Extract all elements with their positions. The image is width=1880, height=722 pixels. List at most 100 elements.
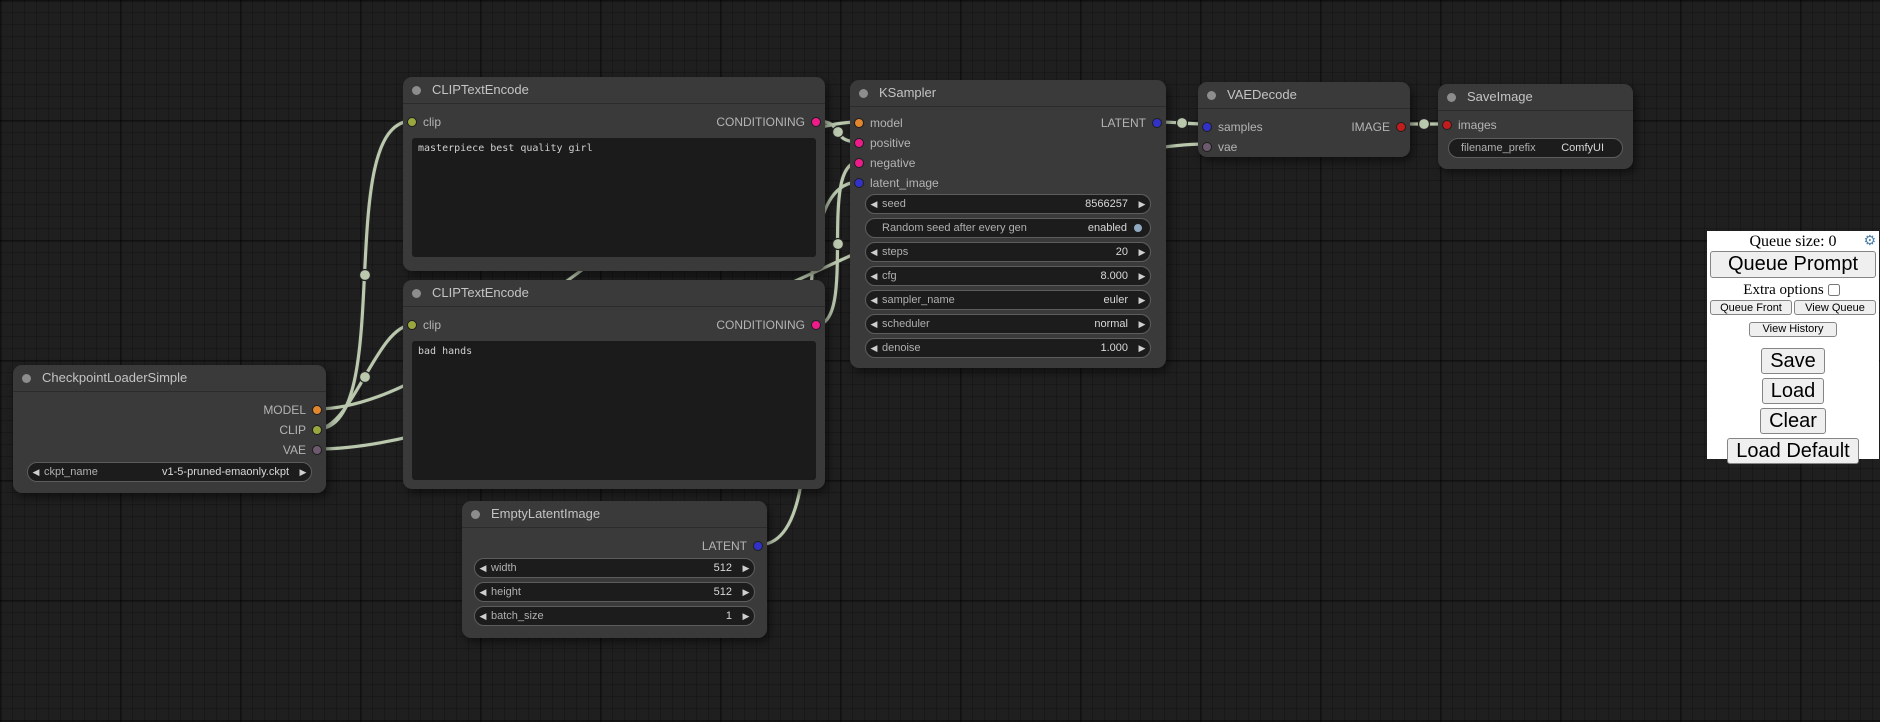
widget-filename-prefix[interactable]: filename_prefix ComfyUI [1448, 138, 1623, 158]
widget-width[interactable]: ◀ width 512 ▶ [474, 558, 755, 578]
node-empty-latent-image[interactable]: EmptyLatentImage LATENT ◀ width 512 ▶ ◀ … [462, 501, 767, 638]
input-slot-clip[interactable]: clip [407, 318, 441, 332]
input-slot-negative[interactable]: negative [854, 156, 915, 170]
collapse-toggle-icon[interactable] [859, 89, 868, 98]
node-title-bar[interactable]: CLIPTextEncode [403, 77, 825, 104]
decrement-arrow-icon[interactable]: ◀ [866, 319, 882, 330]
input-slot-samples[interactable]: samples [1202, 120, 1263, 134]
output-slot-latent[interactable]: LATENT [702, 539, 763, 553]
output-slot-latent[interactable]: LATENT [1101, 116, 1162, 130]
settings-gear-icon[interactable]: ⚙ [1863, 233, 1876, 249]
increment-arrow-icon[interactable]: ▶ [295, 467, 311, 478]
collapse-toggle-icon[interactable] [471, 510, 480, 519]
increment-arrow-icon[interactable]: ▶ [1134, 247, 1150, 258]
increment-arrow-icon[interactable]: ▶ [738, 587, 754, 598]
decrement-arrow-icon[interactable]: ◀ [866, 343, 882, 354]
negative-input-dot[interactable] [854, 158, 864, 168]
prompt-textarea[interactable] [412, 341, 816, 480]
images-input-dot[interactable] [1442, 120, 1452, 130]
node-title-bar[interactable]: CheckpointLoaderSimple [13, 365, 326, 392]
increment-arrow-icon[interactable]: ▶ [1134, 295, 1150, 306]
decrement-arrow-icon[interactable]: ◀ [475, 563, 491, 574]
decrement-arrow-icon[interactable]: ◀ [28, 467, 44, 478]
node-title-bar[interactable]: SaveImage [1438, 84, 1633, 111]
latent-image-input-dot[interactable] [854, 178, 864, 188]
vae-output-dot[interactable] [312, 445, 322, 455]
latent-output-dot[interactable] [1152, 118, 1162, 128]
toggle-on-icon[interactable] [1133, 223, 1143, 233]
input-slot-model[interactable]: model [854, 116, 903, 130]
input-slot-vae[interactable]: vae [1202, 140, 1237, 154]
model-input-dot[interactable] [854, 118, 864, 128]
decrement-arrow-icon[interactable]: ◀ [866, 247, 882, 258]
model-output-dot[interactable] [312, 405, 322, 415]
vae-input-dot[interactable] [1202, 142, 1212, 152]
input-slot-positive[interactable]: positive [854, 136, 911, 150]
clear-button[interactable]: Clear [1760, 408, 1826, 434]
output-slot-model[interactable]: MODEL [263, 403, 322, 417]
widget-height[interactable]: ◀ height 512 ▶ [474, 582, 755, 602]
collapse-toggle-icon[interactable] [1447, 93, 1456, 102]
image-output-dot[interactable] [1396, 122, 1406, 132]
clip-input-dot[interactable] [407, 117, 417, 127]
conditioning-output-dot[interactable] [811, 117, 821, 127]
latent-output-dot[interactable] [753, 541, 763, 551]
positive-input-dot[interactable] [854, 138, 864, 148]
input-slot-latent-image[interactable]: latent_image [854, 176, 939, 190]
widget-scheduler[interactable]: ◀ scheduler normal ▶ [865, 314, 1151, 334]
widget-denoise[interactable]: ◀ denoise 1.000 ▶ [865, 338, 1151, 358]
widget-random-seed[interactable]: Random seed after every gen enabled [865, 218, 1151, 238]
output-slot-conditioning[interactable]: CONDITIONING [716, 115, 821, 129]
node-title-bar[interactable]: CLIPTextEncode [403, 280, 825, 307]
load-button[interactable]: Load [1762, 378, 1825, 404]
node-title-bar[interactable]: EmptyLatentImage [462, 501, 767, 528]
queue-front-button[interactable]: Queue Front [1710, 300, 1792, 315]
view-history-button[interactable]: View History [1749, 322, 1837, 337]
collapse-toggle-icon[interactable] [1207, 91, 1216, 100]
increment-arrow-icon[interactable]: ▶ [1134, 271, 1150, 282]
increment-arrow-icon[interactable]: ▶ [738, 611, 754, 622]
clip-input-dot[interactable] [407, 320, 417, 330]
widget-ckpt-name[interactable]: ◀ ckpt_name v1-5-pruned-emaonly.ckpt ▶ [27, 462, 312, 482]
prompt-textarea[interactable] [412, 138, 816, 257]
widget-sampler-name[interactable]: ◀ sampler_name euler ▶ [865, 290, 1151, 310]
clip-output-dot[interactable] [312, 425, 322, 435]
decrement-arrow-icon[interactable]: ◀ [866, 295, 882, 306]
decrement-arrow-icon[interactable]: ◀ [866, 271, 882, 282]
decrement-arrow-icon[interactable]: ◀ [475, 611, 491, 622]
output-slot-image[interactable]: IMAGE [1351, 120, 1406, 134]
collapse-toggle-icon[interactable] [22, 374, 31, 383]
input-slot-clip[interactable]: clip [407, 115, 441, 129]
node-ksampler[interactable]: KSampler model LATENT positive [850, 80, 1166, 368]
samples-input-dot[interactable] [1202, 122, 1212, 132]
widget-cfg[interactable]: ◀ cfg 8.000 ▶ [865, 266, 1151, 286]
collapse-toggle-icon[interactable] [412, 86, 421, 95]
increment-arrow-icon[interactable]: ▶ [1134, 319, 1150, 330]
increment-arrow-icon[interactable]: ▶ [1134, 343, 1150, 354]
output-slot-clip[interactable]: CLIP [279, 423, 322, 437]
widget-seed[interactable]: ◀ seed 8566257 ▶ [865, 194, 1151, 214]
output-slot-vae[interactable]: VAE [283, 443, 322, 457]
input-slot-images[interactable]: images [1442, 118, 1497, 132]
decrement-arrow-icon[interactable]: ◀ [475, 587, 491, 598]
node-title-bar[interactable]: VAEDecode [1198, 82, 1410, 109]
node-save-image[interactable]: SaveImage images filename_prefix ComfyUI [1438, 84, 1633, 169]
node-graph-canvas[interactable]: CheckpointLoaderSimple MODEL CLIP VAE [0, 0, 1880, 722]
decrement-arrow-icon[interactable]: ◀ [866, 199, 882, 210]
node-checkpoint-loader-simple[interactable]: CheckpointLoaderSimple MODEL CLIP VAE [13, 365, 326, 493]
increment-arrow-icon[interactable]: ▶ [1134, 199, 1150, 210]
conditioning-output-dot[interactable] [811, 320, 821, 330]
node-title-bar[interactable]: KSampler [850, 80, 1166, 107]
widget-batch-size[interactable]: ◀ batch_size 1 ▶ [474, 606, 755, 626]
node-clip-text-encode-negative[interactable]: CLIPTextEncode clip CONDITIONING [403, 280, 825, 489]
widget-steps[interactable]: ◀ steps 20 ▶ [865, 242, 1151, 262]
save-button[interactable]: Save [1761, 348, 1825, 374]
node-vae-decode[interactable]: VAEDecode samples IMAGE vae [1198, 82, 1410, 157]
queue-prompt-button[interactable]: Queue Prompt [1710, 251, 1876, 278]
node-clip-text-encode-positive[interactable]: CLIPTextEncode clip CONDITIONING [403, 77, 825, 271]
view-queue-button[interactable]: View Queue [1794, 300, 1876, 315]
load-default-button[interactable]: Load Default [1727, 438, 1858, 464]
collapse-toggle-icon[interactable] [412, 289, 421, 298]
output-slot-conditioning[interactable]: CONDITIONING [716, 318, 821, 332]
increment-arrow-icon[interactable]: ▶ [738, 563, 754, 574]
